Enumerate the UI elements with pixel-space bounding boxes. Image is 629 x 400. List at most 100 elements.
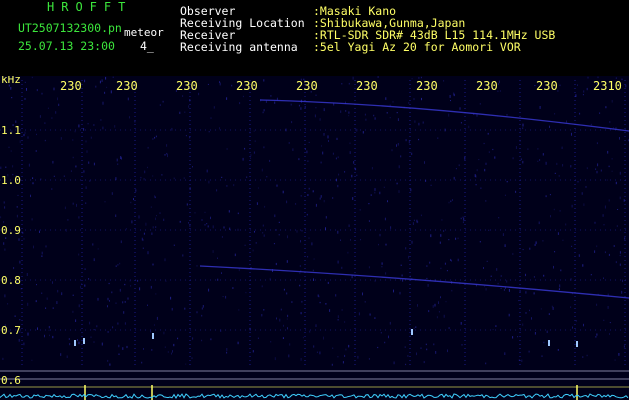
noise-speck bbox=[285, 128, 287, 132]
noise-speck bbox=[421, 97, 422, 101]
noise-speck bbox=[362, 131, 364, 134]
noise-speck bbox=[313, 258, 315, 260]
noise-speck bbox=[440, 234, 442, 237]
noise-speck bbox=[161, 174, 163, 176]
noise-speck bbox=[263, 109, 265, 112]
signal-blip bbox=[411, 329, 413, 335]
noise-speck bbox=[444, 262, 446, 265]
noise-speck bbox=[287, 314, 289, 318]
noise-speck bbox=[586, 167, 588, 170]
noise-speck bbox=[165, 280, 167, 282]
noise-speck bbox=[381, 262, 383, 265]
noise-speck bbox=[337, 230, 339, 234]
noise-speck bbox=[377, 346, 379, 349]
noise-speck bbox=[83, 170, 85, 173]
noise-speck bbox=[336, 178, 337, 182]
noise-speck bbox=[494, 156, 496, 159]
noise-speck bbox=[319, 301, 321, 304]
noise-speck bbox=[226, 348, 228, 351]
noise-speck bbox=[422, 121, 424, 124]
noise-speck bbox=[504, 244, 506, 247]
noise-speck bbox=[344, 171, 346, 173]
noise-speck bbox=[93, 162, 95, 166]
noise-speck bbox=[53, 87, 55, 91]
noise-speck bbox=[274, 357, 276, 361]
noise-speck bbox=[8, 146, 10, 148]
noise-speck bbox=[557, 232, 559, 235]
noise-speck bbox=[386, 112, 388, 114]
noise-speck bbox=[252, 350, 254, 353]
noise-speck bbox=[411, 78, 413, 80]
noise-speck bbox=[500, 287, 502, 289]
antenna-label: Receiving antenna bbox=[180, 40, 298, 54]
noise-speck bbox=[196, 311, 198, 314]
noise-speck bbox=[299, 265, 301, 267]
noise-speck bbox=[129, 116, 130, 119]
noise-speck bbox=[582, 264, 584, 267]
noise-speck bbox=[518, 300, 520, 302]
noise-speck bbox=[400, 264, 402, 266]
x-tick-label: 230 bbox=[60, 79, 82, 93]
noise-speck bbox=[184, 111, 186, 113]
noise-speck bbox=[379, 233, 381, 237]
noise-speck bbox=[460, 322, 462, 325]
noise-speck bbox=[207, 225, 209, 228]
noise-speck bbox=[549, 125, 550, 128]
noise-speck bbox=[262, 111, 264, 114]
noise-speck bbox=[613, 127, 614, 129]
noise-speck bbox=[182, 95, 184, 97]
noise-speck bbox=[553, 265, 554, 269]
noise-speck bbox=[485, 162, 487, 165]
noise-speck bbox=[80, 285, 81, 289]
noise-speck bbox=[323, 336, 324, 340]
noise-speck bbox=[364, 113, 366, 116]
noise-speck bbox=[263, 234, 265, 237]
noise-speck bbox=[453, 176, 455, 180]
noise-speck bbox=[374, 191, 376, 194]
noise-speck bbox=[515, 190, 517, 193]
noise-speck bbox=[325, 227, 326, 231]
noise-speck bbox=[189, 224, 191, 227]
noise-speck bbox=[35, 150, 37, 152]
noise-speck bbox=[484, 168, 486, 172]
noise-speck bbox=[301, 300, 303, 303]
noise-speck bbox=[114, 125, 116, 128]
noise-speck bbox=[261, 285, 263, 288]
noise-speck bbox=[0, 166, 2, 169]
noise-speck bbox=[480, 187, 482, 189]
noise-speck bbox=[89, 321, 91, 325]
noise-speck bbox=[184, 307, 186, 310]
noise-speck bbox=[508, 289, 510, 292]
noise-speck bbox=[134, 121, 136, 123]
noise-speck bbox=[27, 332, 29, 336]
noise-speck bbox=[126, 345, 128, 349]
x-tick-label: 230 bbox=[296, 79, 318, 93]
noise-speck bbox=[319, 118, 321, 121]
noise-speck bbox=[428, 310, 430, 313]
noise-speck bbox=[315, 203, 317, 207]
noise-speck bbox=[315, 94, 317, 96]
noise-speck bbox=[242, 95, 244, 98]
noise-speck bbox=[273, 243, 275, 245]
noise-speck bbox=[528, 350, 530, 353]
noise-speck bbox=[409, 275, 411, 278]
noise-speck bbox=[208, 180, 210, 184]
noise-speck bbox=[222, 296, 224, 298]
noise-speck bbox=[413, 219, 415, 222]
noise-speck bbox=[217, 257, 218, 259]
y-tick-label: 0.7 bbox=[1, 324, 21, 337]
noise-speck bbox=[300, 358, 302, 361]
noise-speck bbox=[183, 177, 185, 179]
noise-speck bbox=[543, 341, 545, 344]
noise-speck bbox=[616, 225, 618, 227]
noise-speck bbox=[459, 107, 461, 110]
noise-speck bbox=[111, 291, 113, 294]
noise-speck bbox=[348, 224, 350, 227]
noise-speck bbox=[53, 175, 55, 177]
image-filename: UT2507132300.pn bbox=[18, 21, 122, 35]
noise-speck bbox=[226, 97, 228, 100]
noise-speck bbox=[341, 83, 343, 85]
noise-speck bbox=[468, 125, 470, 129]
noise-speck bbox=[41, 251, 43, 255]
y-axis-unit: kHz bbox=[1, 76, 21, 86]
